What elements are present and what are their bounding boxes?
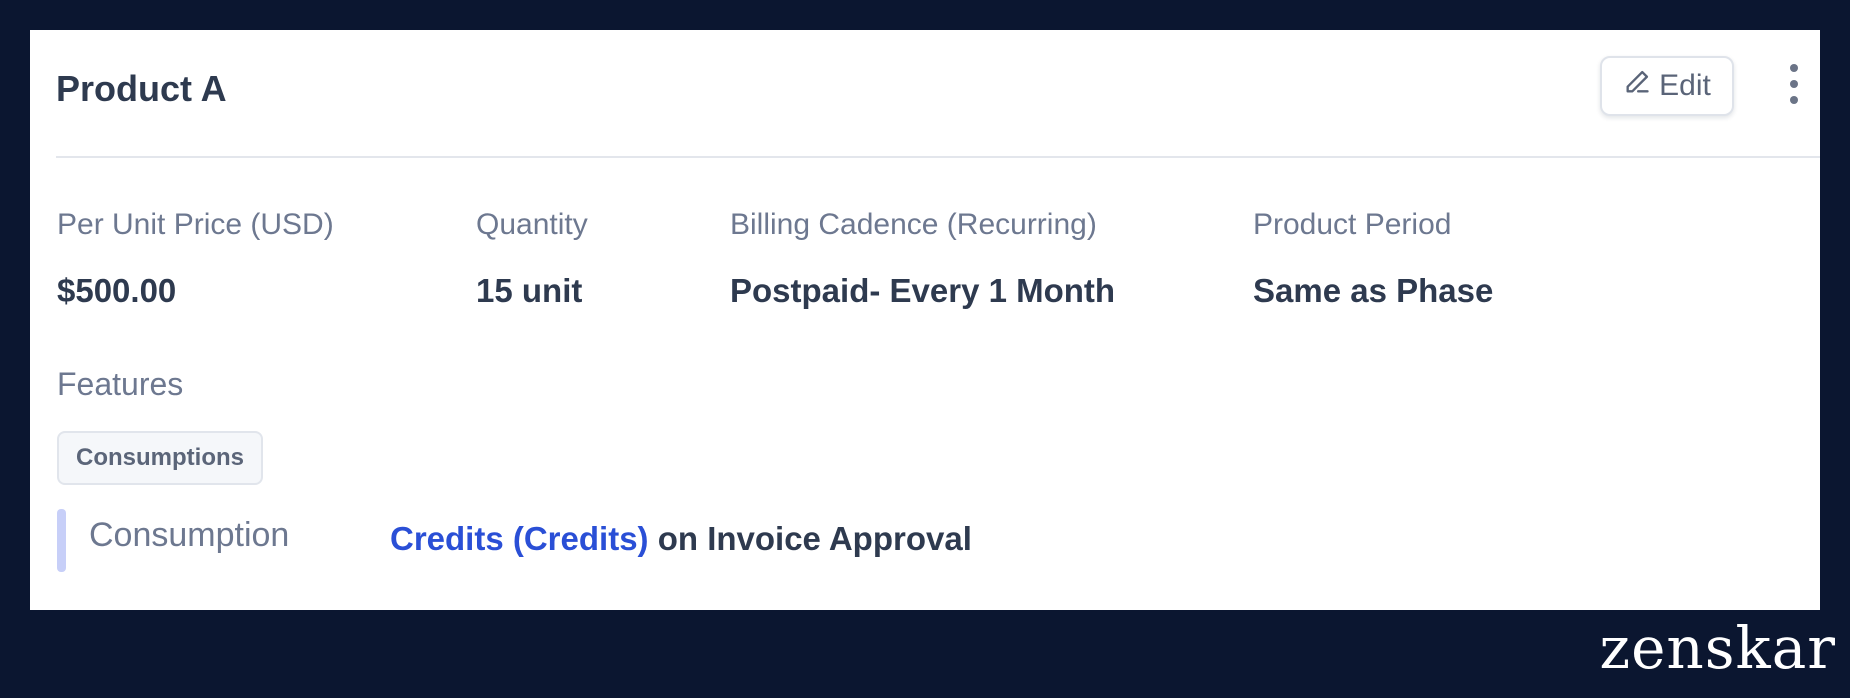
per-unit-price-label: Per Unit Price (USD) <box>57 208 334 241</box>
quantity-label: Quantity <box>476 208 588 241</box>
more-vertical-icon[interactable] <box>1782 64 1806 104</box>
product-period-label: Product Period <box>1253 208 1452 241</box>
consumption-detail: Credits (Credits) on Invoice Approval <box>390 520 972 558</box>
consumption-accent-bar <box>57 509 66 572</box>
features-heading: Features <box>57 366 184 402</box>
product-period-value: Same as Phase <box>1253 272 1494 309</box>
edit-button-label: Edit <box>1659 69 1711 102</box>
product-card: Product A Edit Per Unit Price (USD) $500… <box>30 30 1820 610</box>
consumption-trigger: on Invoice Approval <box>648 520 972 557</box>
per-unit-price-value: $500.00 <box>57 272 177 309</box>
card-header: Product A Edit <box>56 30 1820 158</box>
consumption-label: Consumption <box>89 516 290 554</box>
billing-cadence-label: Billing Cadence (Recurring) <box>730 208 1097 241</box>
quantity-value: 15 unit <box>476 272 583 309</box>
pencil-icon <box>1623 68 1651 104</box>
credits-link[interactable]: Credits (Credits) <box>390 520 649 557</box>
consumptions-chip[interactable]: Consumptions <box>57 431 263 485</box>
product-title: Product A <box>56 68 227 109</box>
brand-logo: zenskar <box>1599 614 1836 682</box>
edit-button[interactable]: Edit <box>1600 56 1734 116</box>
billing-cadence-value: Postpaid- Every 1 Month <box>730 272 1116 309</box>
